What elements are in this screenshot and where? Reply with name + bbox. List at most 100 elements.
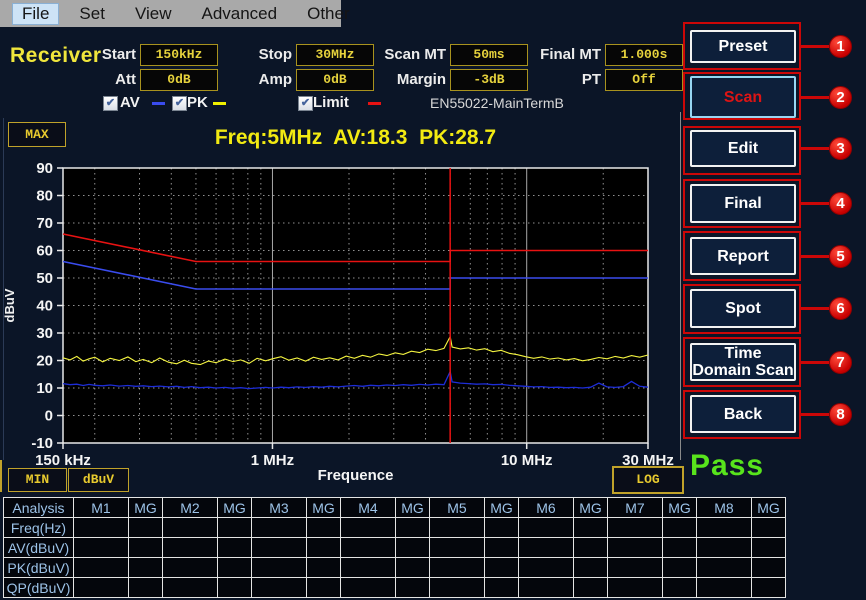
analysis-value-cell xyxy=(663,558,697,578)
analysis-value-cell xyxy=(608,538,663,558)
analysis-value-cell xyxy=(341,518,396,538)
limit-checkbox[interactable]: ✔ xyxy=(298,96,313,111)
analysis-value-cell xyxy=(430,558,485,578)
pk-checkbox[interactable]: ✔ xyxy=(172,96,187,111)
analysis-value-cell xyxy=(519,558,574,578)
analysis-value-cell xyxy=(252,538,307,558)
unit-button[interactable]: dBuV xyxy=(68,468,129,492)
y-tick-label: 50 xyxy=(36,270,53,287)
y-tick-label: 80 xyxy=(36,188,53,205)
report-button[interactable]: Report xyxy=(690,237,796,275)
analysis-value-cell xyxy=(430,518,485,538)
spectrum-plot[interactable]: 9080706050403020100-10150 kHz1 MHz10 MHz… xyxy=(0,160,686,500)
menu-item-advanced[interactable]: Advanced xyxy=(191,3,287,25)
analysis-table-row: AV(dBuV) xyxy=(4,538,786,558)
analysis-value-cell xyxy=(697,558,752,578)
menu-item-file[interactable]: File xyxy=(12,3,59,25)
menu-bar: FileSetViewAdvancedOther xyxy=(0,0,341,27)
edit-button[interactable]: Edit xyxy=(690,130,796,167)
field-pt[interactable]: Off xyxy=(605,69,683,91)
menu-item-set[interactable]: Set xyxy=(69,3,115,25)
analysis-value-cell xyxy=(252,578,307,598)
field-final-mt[interactable]: 1.000s xyxy=(605,44,683,66)
back-button[interactable]: Back xyxy=(690,395,796,433)
analysis-value-cell xyxy=(396,518,430,538)
annotation-number-5: 5 xyxy=(829,245,852,268)
field-label-start: Start xyxy=(40,45,136,65)
annotation-line-1 xyxy=(801,45,829,48)
analysis-value-cell xyxy=(752,558,786,578)
analysis-value-cell xyxy=(485,518,519,538)
pk-trace-color-swatch xyxy=(213,102,226,105)
annotation-number-6: 6 xyxy=(829,297,852,320)
analysis-value-cell xyxy=(430,538,485,558)
time-domain-scan-button[interactable]: Time Domain Scan xyxy=(690,343,796,381)
analysis-value-cell xyxy=(307,538,341,558)
field-label-att: Att xyxy=(40,70,136,90)
marker-column-header: M4 xyxy=(341,498,396,518)
analysis-value-cell xyxy=(163,558,218,578)
analysis-value-cell xyxy=(129,518,163,538)
analysis-value-cell xyxy=(752,518,786,538)
analysis-value-cell xyxy=(252,518,307,538)
limit-trace-color-swatch xyxy=(368,102,381,105)
analysis-value-cell xyxy=(752,538,786,558)
marker-column-header: M6 xyxy=(519,498,574,518)
scale-log-button[interactable]: LOG xyxy=(612,466,684,494)
analysis-table-header-row: AnalysisM1MGM2MGM3MGM4MGM5MGM6MGM7MGM8MG xyxy=(4,498,786,518)
analysis-value-cell xyxy=(485,578,519,598)
preset-button[interactable]: Preset xyxy=(690,30,796,63)
annotation-line-3 xyxy=(801,147,829,150)
marker-column-header: M1 xyxy=(74,498,129,518)
marker-column-header: MG xyxy=(663,498,697,518)
annotation-number-4: 4 xyxy=(829,192,852,215)
analysis-table-row: PK(dBuV) xyxy=(4,558,786,578)
min-button[interactable]: MIN xyxy=(8,468,67,492)
final-button[interactable]: Final xyxy=(690,184,796,223)
av-checkbox[interactable]: ✔ xyxy=(103,96,118,111)
analysis-value-cell xyxy=(574,518,608,538)
analysis-value-cell xyxy=(519,578,574,598)
row-label-qpdbuv: QP(dBuV) xyxy=(4,578,74,598)
field-label-margin: Margin xyxy=(350,70,446,90)
field-label-pt: PT xyxy=(505,70,601,90)
marker-column-header: MG xyxy=(307,498,341,518)
annotation-line-2 xyxy=(801,96,829,99)
analysis-value-cell xyxy=(341,538,396,558)
menu-item-view[interactable]: View xyxy=(125,3,182,25)
analysis-value-cell xyxy=(697,518,752,538)
av-trace-color-swatch xyxy=(152,102,165,105)
analysis-value-cell xyxy=(307,578,341,598)
analysis-value-cell xyxy=(574,558,608,578)
analysis-table: AnalysisM1MGM2MGM3MGM4MGM5MGM6MGM7MGM8MG… xyxy=(3,497,786,598)
annotation-number-8: 8 xyxy=(829,403,852,426)
marker-column-header: MG xyxy=(396,498,430,518)
y-axis-title: dBuV xyxy=(2,288,17,322)
field-label-final-mt: Final MT xyxy=(505,45,601,65)
analysis-value-cell xyxy=(74,558,129,578)
menu-item-other[interactable]: Other xyxy=(297,3,360,25)
field-label-scan-mt: Scan MT xyxy=(350,45,446,65)
analysis-value-cell xyxy=(307,518,341,538)
analysis-value-cell xyxy=(74,538,129,558)
row-label-freqhz: Freq(Hz) xyxy=(4,518,74,538)
marker-column-header: M7 xyxy=(608,498,663,518)
marker-readout-title: Freq:5MHz AV:18.3 PK:28.7 xyxy=(63,126,648,150)
y-tick-label: -10 xyxy=(31,435,53,452)
annotation-number-2: 2 xyxy=(829,86,852,109)
annotation-line-4 xyxy=(801,202,829,205)
annotation-number-3: 3 xyxy=(829,137,852,160)
analysis-value-cell xyxy=(396,558,430,578)
marker-column-header: MG xyxy=(752,498,786,518)
analysis-value-cell xyxy=(163,538,218,558)
analysis-value-cell xyxy=(485,558,519,578)
max-button[interactable]: MAX xyxy=(8,122,66,147)
analysis-value-cell xyxy=(341,558,396,578)
scan-button[interactable]: Scan xyxy=(690,76,796,118)
analysis-value-cell xyxy=(663,518,697,538)
analysis-value-cell xyxy=(574,538,608,558)
row-label-pkdbuv: PK(dBuV) xyxy=(4,558,74,578)
analysis-table-wrap: AnalysisM1MGM2MGM3MGM4MGM5MGM6MGM7MGM8MG… xyxy=(3,497,786,598)
y-tick-label: 60 xyxy=(36,243,53,260)
spot-button[interactable]: Spot xyxy=(690,289,796,328)
